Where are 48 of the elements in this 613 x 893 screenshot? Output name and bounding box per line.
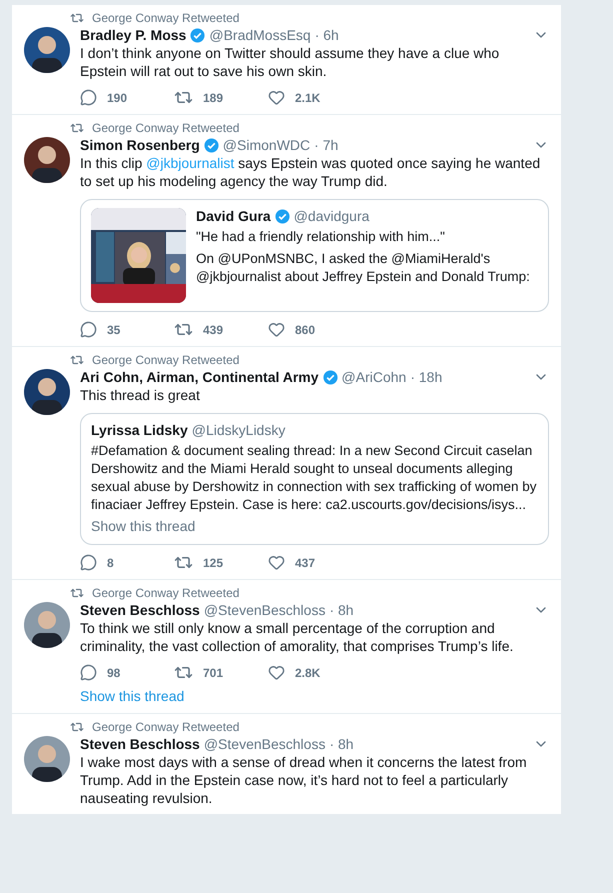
reply-count: 8 bbox=[107, 556, 114, 570]
retweet-context: George Conway Retweeted bbox=[92, 11, 240, 25]
author-handle[interactable]: @AriCohn bbox=[342, 369, 406, 385]
quoted-author-handle: @LidskyLidsky bbox=[192, 422, 286, 438]
quoted-text: On @UPonMSNBC, I asked the @MiamiHerald's @jkbjournalist about Jeffrey Epstein and Donald Trump: bbox=[196, 250, 531, 286]
quoted-tweet[interactable]: David Gura @davidgura "He had a friendly relationship with him..." On @UPonMSNBC, I asked the @MiamiHerald's @jkbjournalist about Jeffrey Epstein and Donald Trump: bbox=[80, 199, 549, 312]
author-name[interactable]: Bradley P. Moss bbox=[80, 27, 186, 43]
reply-count: 35 bbox=[107, 322, 120, 336]
quoted-text: #Defamation & document sealing thread: In a new Second Circuit caselan Dershowitz and the Miami Herald sought to unseal documents alleging sexual abuse by Dershowitz in connection with sex trafficking of women by finaciaer Jeffrey Epstein. Case is here: ca2.uscourts.gov/decisions/isys... bbox=[91, 442, 538, 514]
retweet-context: George Conway Retweeted bbox=[92, 121, 240, 135]
retweet-count: 189 bbox=[203, 90, 224, 104]
retweet-context: George Conway Retweeted bbox=[92, 720, 240, 734]
author-name[interactable]: Ari Cohn, Airman, Continental Army bbox=[80, 369, 319, 385]
tweet-text: I wake most days with a sense of dread when it concerns the latest from Trump. Add in the Epstein case now, it’s hard not to feel a particularly nauseating revulsion. bbox=[80, 753, 528, 807]
quoted-author-handle: @davidgura bbox=[294, 208, 370, 224]
retweet-count: 125 bbox=[203, 556, 224, 570]
retweet-context: George Conway Retweeted bbox=[92, 586, 240, 600]
reply-count: 190 bbox=[107, 90, 128, 104]
retweet-count: 701 bbox=[203, 666, 224, 680]
tweet-text: In this clip @jkbjournalist says Epstein was quoted once saying he wanted to set up his modeling agency the way Trump did. bbox=[80, 154, 542, 190]
mention-link[interactable]: @jkbjournalist bbox=[146, 155, 234, 171]
show-thread-link[interactable]: Show this thread bbox=[91, 518, 196, 534]
tweet-text: This thread is great bbox=[80, 386, 201, 404]
quoted-author-name: Lyrissa Lidsky bbox=[91, 422, 188, 438]
show-thread-link[interactable]: Show this thread bbox=[80, 688, 184, 704]
like-count: 2.1K bbox=[295, 90, 320, 104]
author-name[interactable]: Steven Beschloss bbox=[80, 736, 200, 752]
retweet-context: George Conway Retweeted bbox=[92, 353, 240, 367]
timestamp[interactable]: · 7h bbox=[314, 137, 338, 153]
author-name[interactable]: Simon Rosenberg bbox=[80, 137, 200, 153]
quoted-author-name: David Gura bbox=[196, 208, 271, 224]
author-handle[interactable]: @BradMossEsq bbox=[209, 27, 311, 43]
timestamp[interactable]: · 8h bbox=[329, 602, 354, 618]
tweet-text: I don’t think anyone on Twitter should assume they have a clue who Epstein will rat out to save his own skin. bbox=[80, 44, 500, 80]
author-name[interactable]: Steven Beschloss bbox=[80, 602, 200, 618]
tweet-text: To think we still only know a small percentage of the corruption and criminality, the vast collection of amorality, that comprises Trump’s life. bbox=[80, 619, 514, 655]
author-handle[interactable]: @SimonWDC bbox=[222, 137, 310, 153]
timestamp[interactable]: · 6h bbox=[314, 27, 339, 43]
author-handle[interactable]: @StevenBeschloss bbox=[204, 736, 326, 752]
reply-count: 98 bbox=[107, 666, 120, 680]
quoted-text: "He had a friendly relationship with him..." bbox=[196, 228, 446, 246]
like-count: 2.8K bbox=[295, 666, 320, 680]
timestamp[interactable]: · 18h bbox=[410, 369, 442, 385]
retweet-count: 439 bbox=[203, 322, 224, 336]
like-count: 437 bbox=[295, 556, 316, 570]
like-count: 860 bbox=[295, 322, 316, 336]
timestamp[interactable]: · 8h bbox=[329, 736, 354, 752]
author-handle[interactable]: @StevenBeschloss bbox=[204, 602, 326, 618]
